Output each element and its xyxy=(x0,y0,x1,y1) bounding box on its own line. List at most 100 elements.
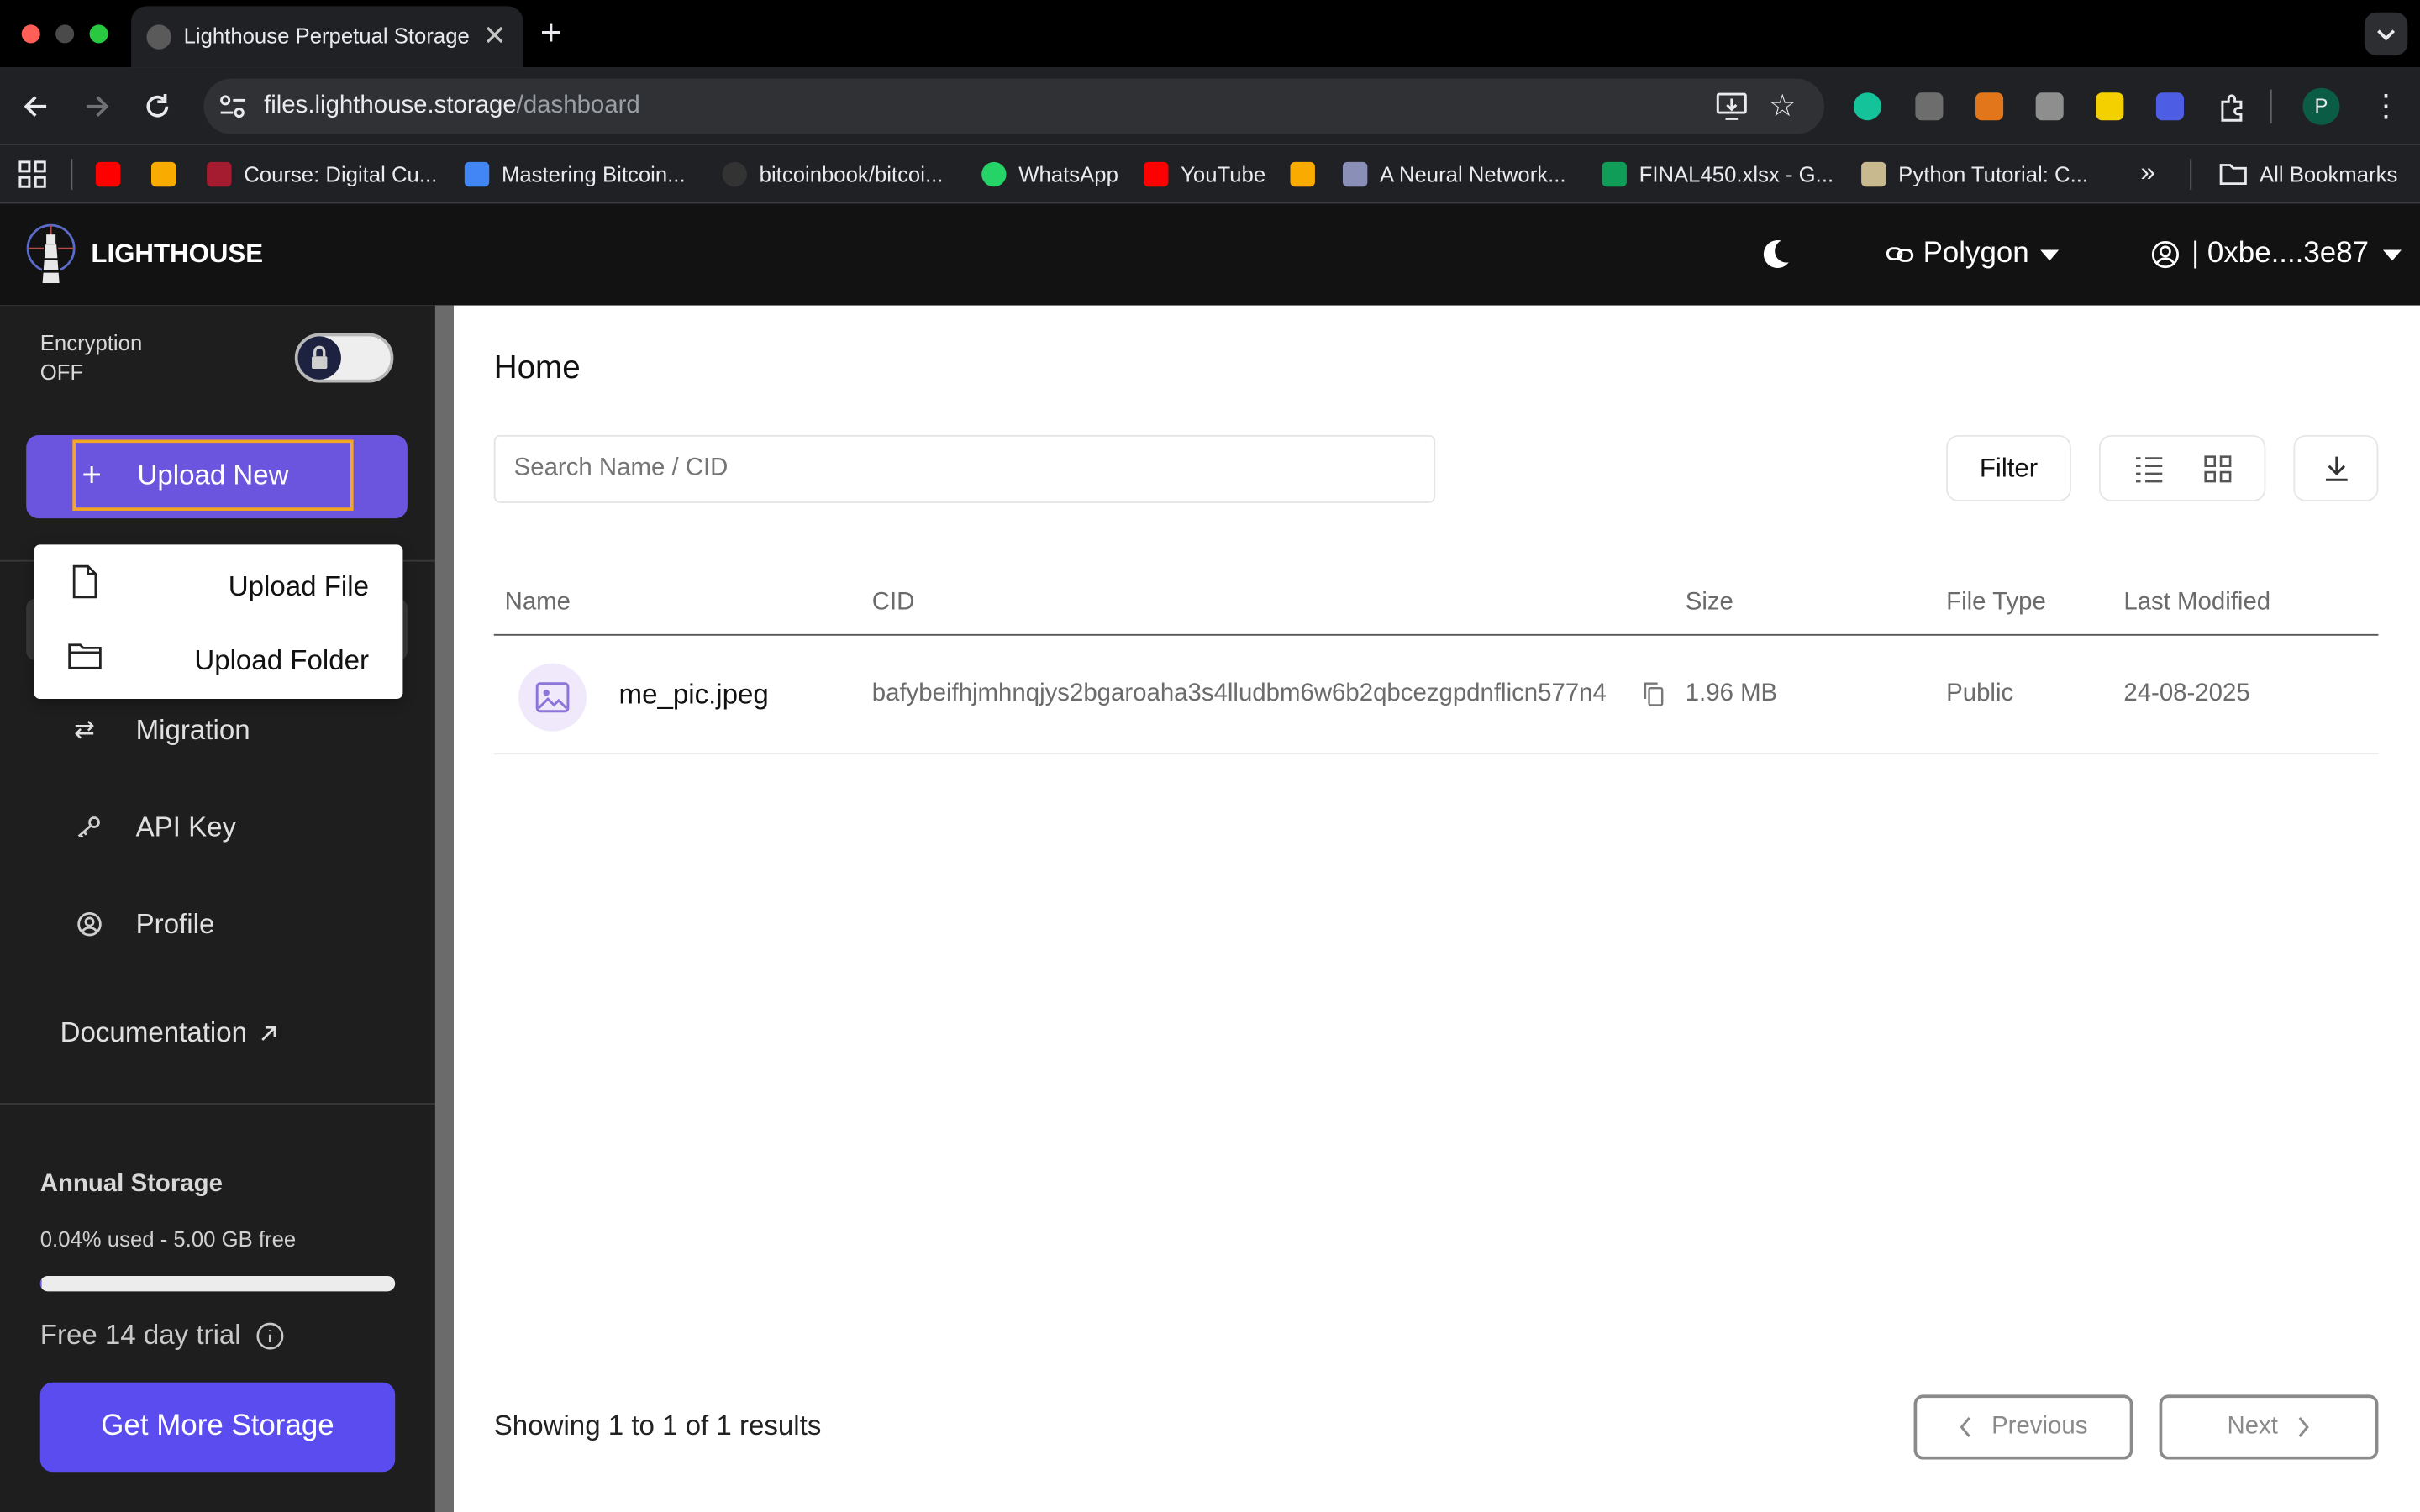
file-icon xyxy=(72,564,97,599)
bookmark-mastering-bitcoin[interactable]: Mastering Bitcoin... xyxy=(464,160,686,188)
profile-label: Profile xyxy=(135,907,215,939)
lighthouse-logo-icon[interactable] xyxy=(24,222,76,286)
sidebar-item-migration[interactable]: ⇄ Migration xyxy=(74,708,250,751)
bookmark-label: YouTube xyxy=(1181,161,1266,187)
moon-icon[interactable] xyxy=(1758,238,1791,271)
info-icon[interactable] xyxy=(256,1321,284,1349)
grid-view-icon[interactable] xyxy=(2204,455,2232,483)
bookmark-bitcoinbook[interactable]: bitcoinbook/bitcoi... xyxy=(722,160,943,188)
upload-folder-option[interactable]: Upload Folder xyxy=(34,622,402,699)
file-thumbnail xyxy=(518,663,587,732)
encryption-toggle[interactable] xyxy=(294,333,394,383)
upload-file-label: Upload File xyxy=(228,570,369,602)
metamask-icon[interactable] xyxy=(1975,92,2004,121)
browser-tab[interactable]: Lighthouse Perpetual Storage ✕ xyxy=(131,6,523,68)
bookmark-python-tutorial[interactable]: Python Tutorial: C... xyxy=(1861,160,2088,188)
url-path: /dashboard xyxy=(516,92,640,119)
download-icon xyxy=(2325,456,2348,481)
bookmark-final450[interactable]: FINAL450.xlsx - G... xyxy=(1602,160,1833,188)
upload-folder-label: Upload Folder xyxy=(194,644,369,676)
site-settings-icon[interactable] xyxy=(219,94,247,118)
grammarly-icon[interactable] xyxy=(1853,92,1881,121)
page-icon xyxy=(1342,161,1368,187)
forward-icon[interactable] xyxy=(81,91,112,122)
download-button[interactable] xyxy=(2293,434,2379,501)
url-text: files.lighthouse.storage/dashboard xyxy=(264,92,640,120)
results-summary: Showing 1 to 1 of 1 results xyxy=(493,1410,822,1441)
all-bookmarks[interactable]: All Bookmarks xyxy=(2219,160,2397,188)
user-circle-icon xyxy=(77,911,102,937)
new-tab-icon[interactable]: + xyxy=(540,13,562,55)
back-icon[interactable] xyxy=(22,91,53,122)
profile-avatar[interactable]: P xyxy=(2302,87,2340,125)
search-input[interactable] xyxy=(493,434,1436,503)
column-header-size[interactable]: Size xyxy=(1686,590,1733,617)
lighthouse-favicon-icon xyxy=(146,24,171,50)
extension-g-icon[interactable] xyxy=(1915,92,1944,121)
upload-new-button[interactable]: + Upload New xyxy=(26,434,408,519)
chevron-right-icon xyxy=(2298,1417,2309,1437)
sidebar-scrollbar[interactable] xyxy=(434,305,454,1512)
trial-info: Free 14 day trial xyxy=(40,1319,284,1352)
encryption-label: Encryption xyxy=(39,330,143,355)
youtube-bookmark-icon[interactable] xyxy=(95,161,121,187)
tab-search-button[interactable] xyxy=(2364,12,2408,56)
zoom-window-button[interactable] xyxy=(89,24,108,44)
bookmark-star-icon[interactable]: ☆ xyxy=(1769,87,1797,125)
extension-r-icon[interactable] xyxy=(2035,92,2064,121)
extension-d-icon[interactable] xyxy=(2155,92,2184,121)
filter-button[interactable]: Filter xyxy=(1946,434,2071,501)
previous-page-button[interactable]: Previous xyxy=(1913,1394,2133,1460)
more-bookmarks-icon[interactable]: » xyxy=(2141,157,2155,188)
keep-bookmark-icon[interactable] xyxy=(1290,161,1315,187)
bookmark-youtube[interactable]: YouTube xyxy=(1144,160,1265,188)
get-more-storage-button[interactable]: Get More Storage xyxy=(39,1382,396,1473)
bookmark-label: A Neural Network... xyxy=(1380,161,1566,187)
account-menu[interactable]: | 0xbe....3e87 xyxy=(2151,238,2402,271)
bookmark-whatsapp[interactable]: WhatsApp xyxy=(981,160,1118,188)
sidebar-item-profile[interactable]: Profile xyxy=(74,902,214,945)
copy-icon[interactable] xyxy=(1644,682,1664,706)
migration-label: Migration xyxy=(135,713,250,745)
close-window-button[interactable] xyxy=(21,24,40,44)
install-app-icon[interactable] xyxy=(1716,92,1747,120)
address-bar[interactable]: files.lighthouse.storage/dashboard ☆ xyxy=(203,78,1825,134)
bookmark-neural-network[interactable]: A Neural Network... xyxy=(1342,160,1566,188)
github-icon xyxy=(722,161,747,187)
keep-bookmark-icon[interactable] xyxy=(151,161,176,187)
next-label: Next xyxy=(2227,1413,2278,1440)
bookmark-label: WhatsApp xyxy=(1018,161,1118,187)
extensions-puzzle-icon[interactable] xyxy=(2217,92,2249,123)
reload-icon[interactable] xyxy=(142,91,173,122)
storage-progress-bar xyxy=(39,1275,396,1292)
list-view-icon[interactable] xyxy=(2134,455,2164,483)
browser-menu-icon[interactable]: ⋮ xyxy=(2370,87,2402,125)
documentation-link[interactable]: Documentation xyxy=(60,1016,278,1049)
apps-grid-icon[interactable] xyxy=(18,160,46,188)
column-header-name[interactable]: Name xyxy=(505,590,571,617)
column-header-file-type[interactable]: File Type xyxy=(1946,590,2046,617)
bookmark-label: Course: Digital Cu... xyxy=(244,161,438,187)
network-selector[interactable]: Polygon xyxy=(1886,238,2060,271)
brand-name[interactable]: LIGHTHOUSE xyxy=(91,239,263,270)
next-page-button[interactable]: Next xyxy=(2159,1394,2379,1460)
caret-down-icon xyxy=(2039,249,2059,261)
folder-icon xyxy=(2219,164,2247,185)
column-header-cid[interactable]: CID xyxy=(872,590,915,617)
column-header-last-modified[interactable]: Last Modified xyxy=(2123,590,2270,617)
upload-new-label: Upload New xyxy=(137,459,289,491)
docs-icon xyxy=(464,161,490,187)
key-icon xyxy=(77,816,100,838)
bookmark-label: Mastering Bitcoin... xyxy=(501,161,686,187)
bookmark-course[interactable]: Course: Digital Cu... xyxy=(207,160,437,188)
swap-arrows-icon: ⇄ xyxy=(74,717,95,744)
file-size: 1.96 MB xyxy=(1685,680,1778,707)
toolbar-divider xyxy=(2270,89,2272,123)
close-tab-icon[interactable]: ✕ xyxy=(483,20,507,53)
upload-file-option[interactable]: Upload File xyxy=(34,544,402,622)
file-name[interactable]: me_pic.jpeg xyxy=(619,679,769,711)
plus-icon: + xyxy=(82,454,102,494)
sidebar-item-api-key[interactable]: API Key xyxy=(74,806,236,848)
minimize-window-button[interactable] xyxy=(55,24,75,44)
extension-s-icon[interactable] xyxy=(2096,92,2124,121)
